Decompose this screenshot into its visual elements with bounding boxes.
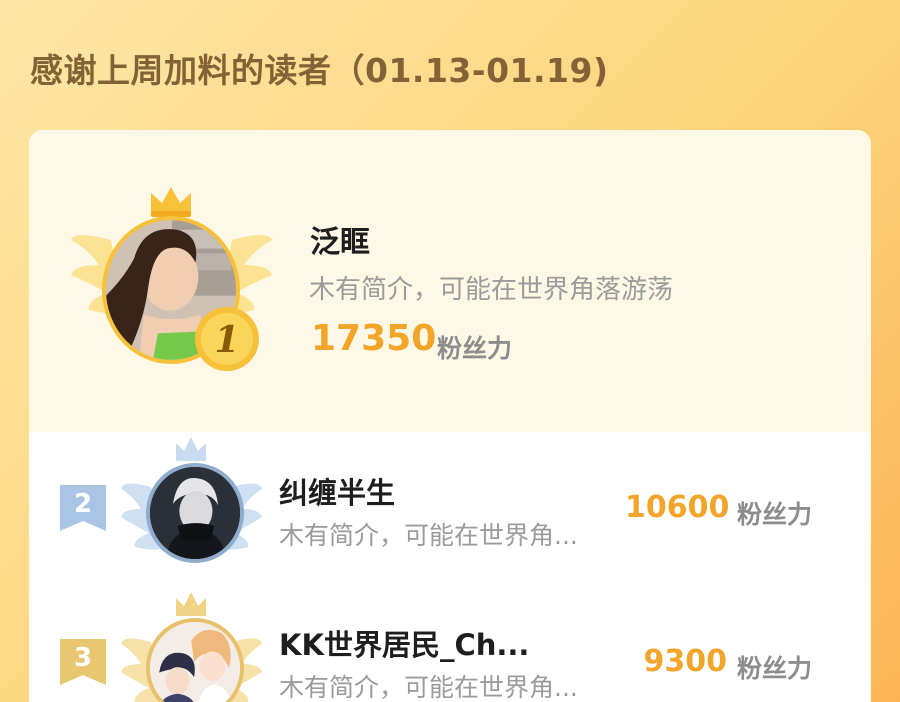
list-item-name[interactable]: KK世界居民_Ch... [279,622,529,664]
list-item-score: 10600 [625,490,730,525]
rank-medal-icon: 1 [195,307,259,371]
list-item-bio: 木有简介，可能在世界角... [279,521,578,550]
list-item-name[interactable]: 纠缠半生 [279,470,395,512]
leaderboard-card: 1 泛眶 木有简介，可能在世界角落游荡 17350 粉丝力 2 纠缠半生 木有简… [29,130,871,702]
first-place-bio: 木有简介，可能在世界角落游荡 [309,275,674,305]
page-title: 感谢上周加料的读者（01.13-01.19) [30,51,609,90]
avatar[interactable] [146,463,244,563]
rank-number: 2 [73,489,93,519]
first-place-score: 17350 [311,318,437,359]
rank-number: 3 [73,643,93,673]
list-item-bio: 木有简介，可能在世界角... [279,673,578,702]
list-item[interactable]: 2 纠缠半生 木有简介，可能在世界角... 10600 粉丝力 [29,432,871,582]
rank-number: 1 [214,319,239,361]
first-place-entry[interactable]: 1 泛眶 木有简介，可能在世界角落游荡 17350 粉丝力 [29,130,871,432]
first-place-score-unit: 粉丝力 [437,334,513,363]
list-item[interactable]: 3 KK世界居民_Ch... 木有简介，可能在世界角... 9300 粉丝力 [29,582,871,702]
user-photo-icon [150,622,240,702]
list-item-score-unit: 粉丝力 [737,500,813,529]
ranking-list: 2 纠缠半生 木有简介，可能在世界角... 10600 粉丝力 3 KK世界居民… [29,432,871,702]
list-item-score: 9300 [643,644,728,679]
list-item-score-unit: 粉丝力 [737,654,813,683]
user-photo-icon [150,467,240,559]
first-place-name[interactable]: 泛眶 [310,217,370,261]
